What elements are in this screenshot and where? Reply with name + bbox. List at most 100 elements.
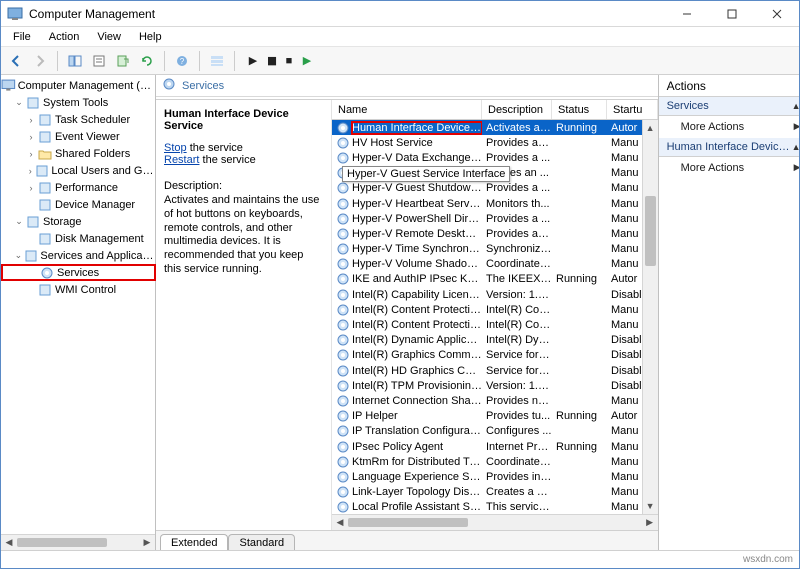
service-row[interactable]: Hyper-V Remote Desktop Vi... Provides a …	[332, 226, 642, 241]
service-row[interactable]: Intel(R) TPM Provisioning S... Version: …	[332, 378, 642, 393]
tree-hscroll-track[interactable]	[17, 535, 139, 550]
service-row[interactable]: IP Helper Provides tu... Running Autor	[332, 409, 642, 424]
tree-item[interactable]: Device Manager	[1, 196, 156, 213]
tree-item[interactable]: ›Performance	[1, 179, 156, 196]
tree-item[interactable]: WMI Control	[1, 281, 156, 298]
more-actions-2[interactable]: More Actions ▶	[659, 157, 799, 179]
close-button[interactable]	[754, 1, 799, 26]
service-row[interactable]: HV Host Service Provides an ... Manu	[332, 135, 642, 150]
help-button[interactable]: ?	[171, 50, 193, 72]
restart-icon[interactable]: ▶	[301, 54, 313, 67]
tree-hscroll-thumb[interactable]	[17, 538, 107, 547]
twist-icon[interactable]: ›	[25, 183, 37, 193]
twist-icon[interactable]: ›	[25, 149, 37, 159]
scroll-right-icon[interactable]: ▶	[642, 517, 658, 528]
tooltip: Hyper-V Guest Service Interface	[342, 166, 510, 182]
play-icon[interactable]: ▶	[247, 54, 259, 67]
cell-status: Running	[552, 122, 607, 134]
properties-button[interactable]	[88, 50, 110, 72]
show-hide-tree-button[interactable]	[64, 50, 86, 72]
stop-service-link[interactable]: Stop	[164, 142, 187, 154]
maximize-button[interactable]	[709, 1, 754, 26]
tab-standard[interactable]: Standard	[228, 534, 295, 550]
tree-item[interactable]: ›Local Users and Groups	[1, 162, 156, 179]
tree-item-label: Shared Folders	[55, 148, 130, 160]
tree-item[interactable]: Disk Management	[1, 230, 156, 247]
tab-extended[interactable]: Extended	[160, 534, 228, 550]
detail-view-button[interactable]	[206, 50, 228, 72]
service-row[interactable]: Hyper-V Volume Shadow C... Coordinates..…	[332, 257, 642, 272]
menu-help[interactable]: Help	[131, 29, 170, 45]
scroll-left-icon[interactable]: ◀	[332, 517, 348, 528]
more-actions-1[interactable]: More Actions ▶	[659, 116, 799, 138]
col-startup[interactable]: Startu	[607, 100, 658, 119]
tree-item[interactable]: ⌄System Tools	[1, 94, 156, 111]
service-row[interactable]: Hyper-V PowerShell Direct ... Provides a…	[332, 211, 642, 226]
window-title: Computer Management	[29, 7, 664, 21]
service-row[interactable]: Intel(R) Content Protection ... Intel(R)…	[332, 302, 642, 317]
pause-icon[interactable]: ▮▮	[265, 54, 277, 67]
vscroll-thumb[interactable]	[645, 196, 656, 266]
tree-item[interactable]: › Shared Folders	[1, 145, 156, 162]
list-hscroll-track[interactable]	[348, 515, 642, 530]
scroll-down-icon[interactable]: ▼	[643, 498, 658, 514]
service-row[interactable]: Hyper-V Guest Shutdown S... Provides a .…	[332, 181, 642, 196]
col-name[interactable]: Name	[332, 100, 482, 119]
tree-item[interactable]: ›Event Viewer	[1, 128, 156, 145]
service-row[interactable]: Intel(R) HD Graphics Control... Service …	[332, 363, 642, 378]
service-row[interactable]: IP Translation Configuratio... Configure…	[332, 424, 642, 439]
service-row[interactable]: Local Profile Assistant Serv... This ser…	[332, 500, 642, 514]
twist-icon[interactable]: ⌄	[13, 216, 25, 227]
vertical-scrollbar[interactable]: ▲ ▼	[642, 120, 658, 514]
tree-item[interactable]: ⌄Services and Applications	[1, 247, 156, 264]
service-row[interactable]: Language Experience Service Provides inf…	[332, 469, 642, 484]
tree-item[interactable]: Services	[1, 264, 156, 281]
toolbar-separator	[57, 51, 58, 71]
minimize-button[interactable]	[664, 1, 709, 26]
actions-section-selected[interactable]: Human Interface Device Ser... ▲	[659, 138, 799, 157]
menu-action[interactable]: Action	[41, 29, 88, 45]
list-hscrollbar[interactable]: ◀ ▶	[332, 514, 658, 530]
list-rows[interactable]: Human Interface Device Ser... Activates …	[332, 120, 642, 514]
service-row[interactable]: Hyper-V Heartbeat Service Monitors th...…	[332, 196, 642, 211]
twist-icon[interactable]: ⌄	[13, 250, 24, 261]
tree-item[interactable]: ⌄Storage	[1, 213, 156, 230]
stop-icon[interactable]: ■	[283, 55, 295, 67]
export-button[interactable]	[112, 50, 134, 72]
service-row[interactable]: Link-Layer Topology Discov... Creates a …	[332, 485, 642, 500]
service-row[interactable]: Intel(R) Capability Licensing... Version…	[332, 287, 642, 302]
service-row[interactable]: Intel(R) Content Protection ... Intel(R)…	[332, 317, 642, 332]
service-row[interactable]: Hyper-V Data Exchange Ser... Provides a …	[332, 150, 642, 165]
col-description[interactable]: Description	[482, 100, 552, 119]
actions-section-services[interactable]: Services ▲	[659, 97, 799, 116]
twist-icon[interactable]: ›	[25, 115, 37, 125]
refresh-button[interactable]	[136, 50, 158, 72]
menu-view[interactable]: View	[89, 29, 129, 45]
scroll-up-icon[interactable]: ▲	[643, 120, 658, 136]
service-row[interactable]: KtmRm for Distributed Tran... Coordinate…	[332, 454, 642, 469]
service-row[interactable]: Human Interface Device Ser... Activates …	[332, 120, 642, 135]
scroll-right-icon[interactable]: ▶	[139, 537, 155, 548]
service-row[interactable]: Hyper-V Time Synchronizati... Synchroniz…	[332, 242, 642, 257]
tree-root[interactable]: Computer Management (Local	[1, 77, 156, 94]
back-button[interactable]	[5, 50, 27, 72]
navigation-tree[interactable]: Computer Management (Local ⌄System Tools…	[1, 75, 156, 534]
scroll-left-icon[interactable]: ◀	[1, 537, 17, 548]
twist-icon[interactable]: ⌄	[13, 97, 25, 108]
twist-icon[interactable]: ›	[25, 132, 37, 142]
menu-file[interactable]: File	[5, 29, 39, 45]
service-row[interactable]: Intel(R) Graphics Command... Service for…	[332, 348, 642, 363]
forward-button[interactable]	[29, 50, 51, 72]
tree-item[interactable]: ›Task Scheduler	[1, 111, 156, 128]
restart-service-link[interactable]: Restart	[164, 154, 199, 166]
service-row[interactable]: Intel(R) Dynamic Applicatio... Intel(R) …	[332, 333, 642, 348]
vscroll-track[interactable]	[643, 136, 658, 498]
service-row[interactable]: IKE and AuthIP IPsec Keying... The IKEEX…	[332, 272, 642, 287]
service-row[interactable]: Internet Connection Sharin... Provides n…	[332, 393, 642, 408]
service-row[interactable]: IPsec Policy Agent Internet Pro... Runni…	[332, 439, 642, 454]
tree-hscrollbar[interactable]: ◀ ▶	[1, 534, 155, 550]
twist-icon[interactable]: ›	[25, 166, 35, 176]
col-status[interactable]: Status	[552, 100, 607, 119]
cell-name: Intel(R) Content Protection ...	[332, 303, 482, 317]
list-hscroll-thumb[interactable]	[348, 518, 468, 527]
